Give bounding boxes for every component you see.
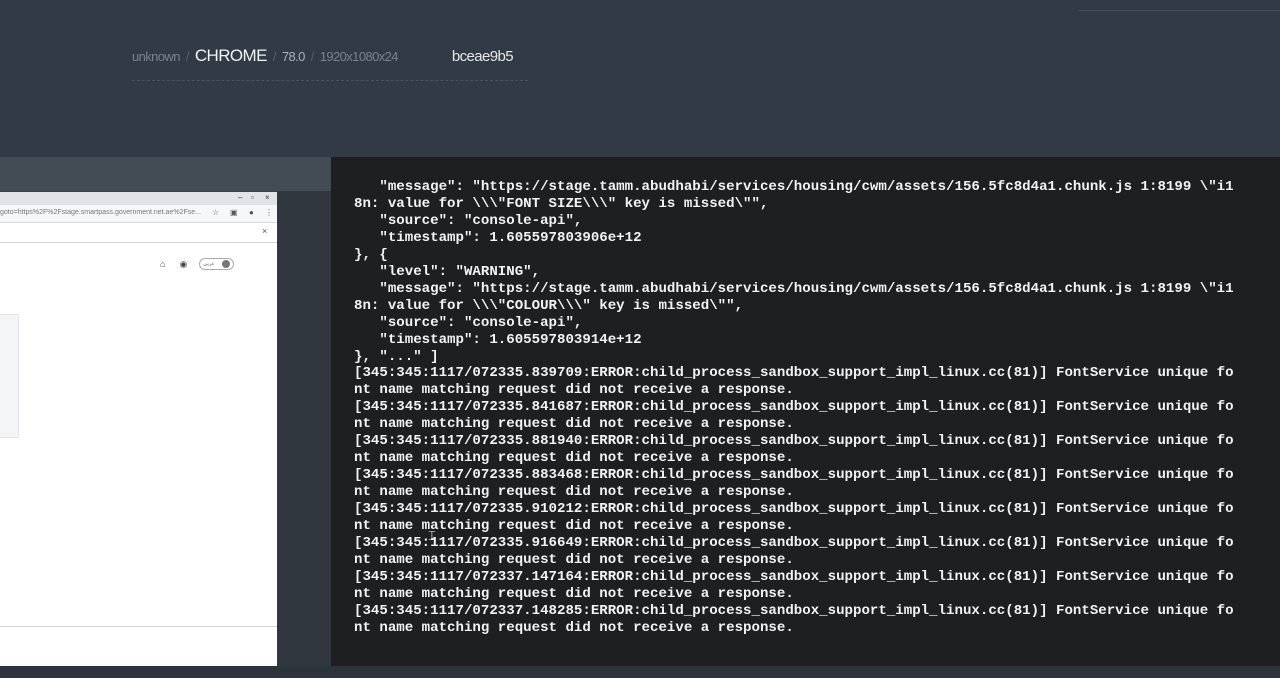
console-line: 8n: value for \\\"COLOUR\\\" key is miss… xyxy=(354,297,744,314)
separator: / xyxy=(272,49,277,64)
minimize-icon: – xyxy=(238,193,243,202)
console-line: nt name matching request did not receive… xyxy=(354,551,794,568)
maximize-icon: ▫ xyxy=(251,193,254,202)
separator: / xyxy=(310,49,315,64)
bottom-strip xyxy=(0,666,1280,678)
screenshot-panel-header xyxy=(0,157,331,191)
console-line: "message": "https://stage.tamm.abudhabi/… xyxy=(354,179,1234,195)
console-line: "source": "console-api", xyxy=(354,314,583,331)
browser-address-bar: goto=https%2F%2Fstage.smartpass.governme… xyxy=(0,205,277,223)
close-icon: × xyxy=(262,226,268,236)
visibility-icon: ◉ xyxy=(179,258,188,269)
console-line: [345:345:1117/072337.148285:ERROR:child_… xyxy=(354,602,1234,619)
session-info-bar: unknown / CHROME / 78.0 / 1920x1080x24 b… xyxy=(132,46,528,81)
console-line: "source": "console-api", xyxy=(354,212,583,229)
console-line: nt name matching request did not receive… xyxy=(354,619,794,636)
console-line: [345:345:1117/072335.916649:ERROR:child_… xyxy=(354,535,1234,552)
account-icon: ● xyxy=(249,208,254,217)
console-log-text: "message": "https://stage.tamm.abudhabi/… xyxy=(354,179,1234,637)
console-line: 8n: value for \\\"FONT SIZE\\\" key is m… xyxy=(354,195,769,212)
language-label: عربي xyxy=(203,261,215,267)
bank-icon: ⌂ xyxy=(160,259,166,269)
console-line: nt name matching request did not receive… xyxy=(354,585,794,602)
separator: / xyxy=(185,49,190,64)
mouse-cursor-icon: ⌶ xyxy=(428,529,436,544)
console-line: [345:345:1117/072335.910212:ERROR:child_… xyxy=(354,501,1234,518)
extension-icon: ▣ xyxy=(230,208,238,217)
console-line: [345:345:1117/072335.883468:ERROR:child_… xyxy=(354,467,1234,484)
console-log-panel[interactable]: "message": "https://stage.tamm.abudhabi/… xyxy=(331,157,1280,666)
console-line: nt name matching request did not receive… xyxy=(354,450,794,467)
console-line: }, "..." ] xyxy=(354,348,439,365)
browser-name: CHROME xyxy=(194,46,268,65)
browser-infobar: × xyxy=(0,223,277,243)
session-id[interactable]: bceae9b5 xyxy=(452,48,514,65)
console-line: "level": "WARNING", xyxy=(354,263,541,280)
os-label: unknown xyxy=(132,49,180,64)
console-line: }, { xyxy=(354,246,388,263)
console-line: nt name matching request did not receive… xyxy=(354,484,794,501)
header-divider xyxy=(1078,10,1280,11)
star-icon: ☆ xyxy=(212,208,220,217)
page-footer xyxy=(0,626,277,666)
console-line: nt name matching request did not receive… xyxy=(354,416,794,433)
site-toolbar: ⌂ ◉ عربي xyxy=(160,258,235,270)
console-line: "timestamp": 1.605597803906e+12 xyxy=(354,229,642,246)
console-line: [345:345:1117/072335.839709:ERROR:child_… xyxy=(354,365,1234,382)
console-line: nt name matching request did not receive… xyxy=(354,382,794,399)
console-line: "timestamp": 1.605597803914e+12 xyxy=(354,331,642,348)
console-line: [345:345:1117/072335.881940:ERROR:child_… xyxy=(354,433,1234,450)
console-line: nt name matching request did not receive… xyxy=(354,518,794,535)
console-line: [345:345:1117/072337.147164:ERROR:child_… xyxy=(354,568,1234,585)
close-icon: × xyxy=(265,193,270,202)
browser-version: 78.0 xyxy=(281,49,306,64)
page-card xyxy=(0,314,19,438)
globe-icon xyxy=(222,260,231,268)
browser-titlebar: – ▫ × xyxy=(0,192,277,205)
screenshot-panel-gutter xyxy=(277,191,331,666)
menu-icon: ⋮ xyxy=(265,208,273,217)
screen-resolution: 1920x1080x24 xyxy=(319,49,399,64)
language-toggle: عربي xyxy=(199,258,235,270)
address-url: goto=https%2F%2Fstage.smartpass.governme… xyxy=(0,209,201,216)
console-line: [345:345:1117/072335.841687:ERROR:child_… xyxy=(354,399,1234,416)
browser-screenshot[interactable]: – ▫ × goto=https%2F%2Fstage.smartpass.go… xyxy=(0,192,277,666)
console-line: "message": "https://stage.tamm.abudhabi/… xyxy=(354,280,1234,297)
